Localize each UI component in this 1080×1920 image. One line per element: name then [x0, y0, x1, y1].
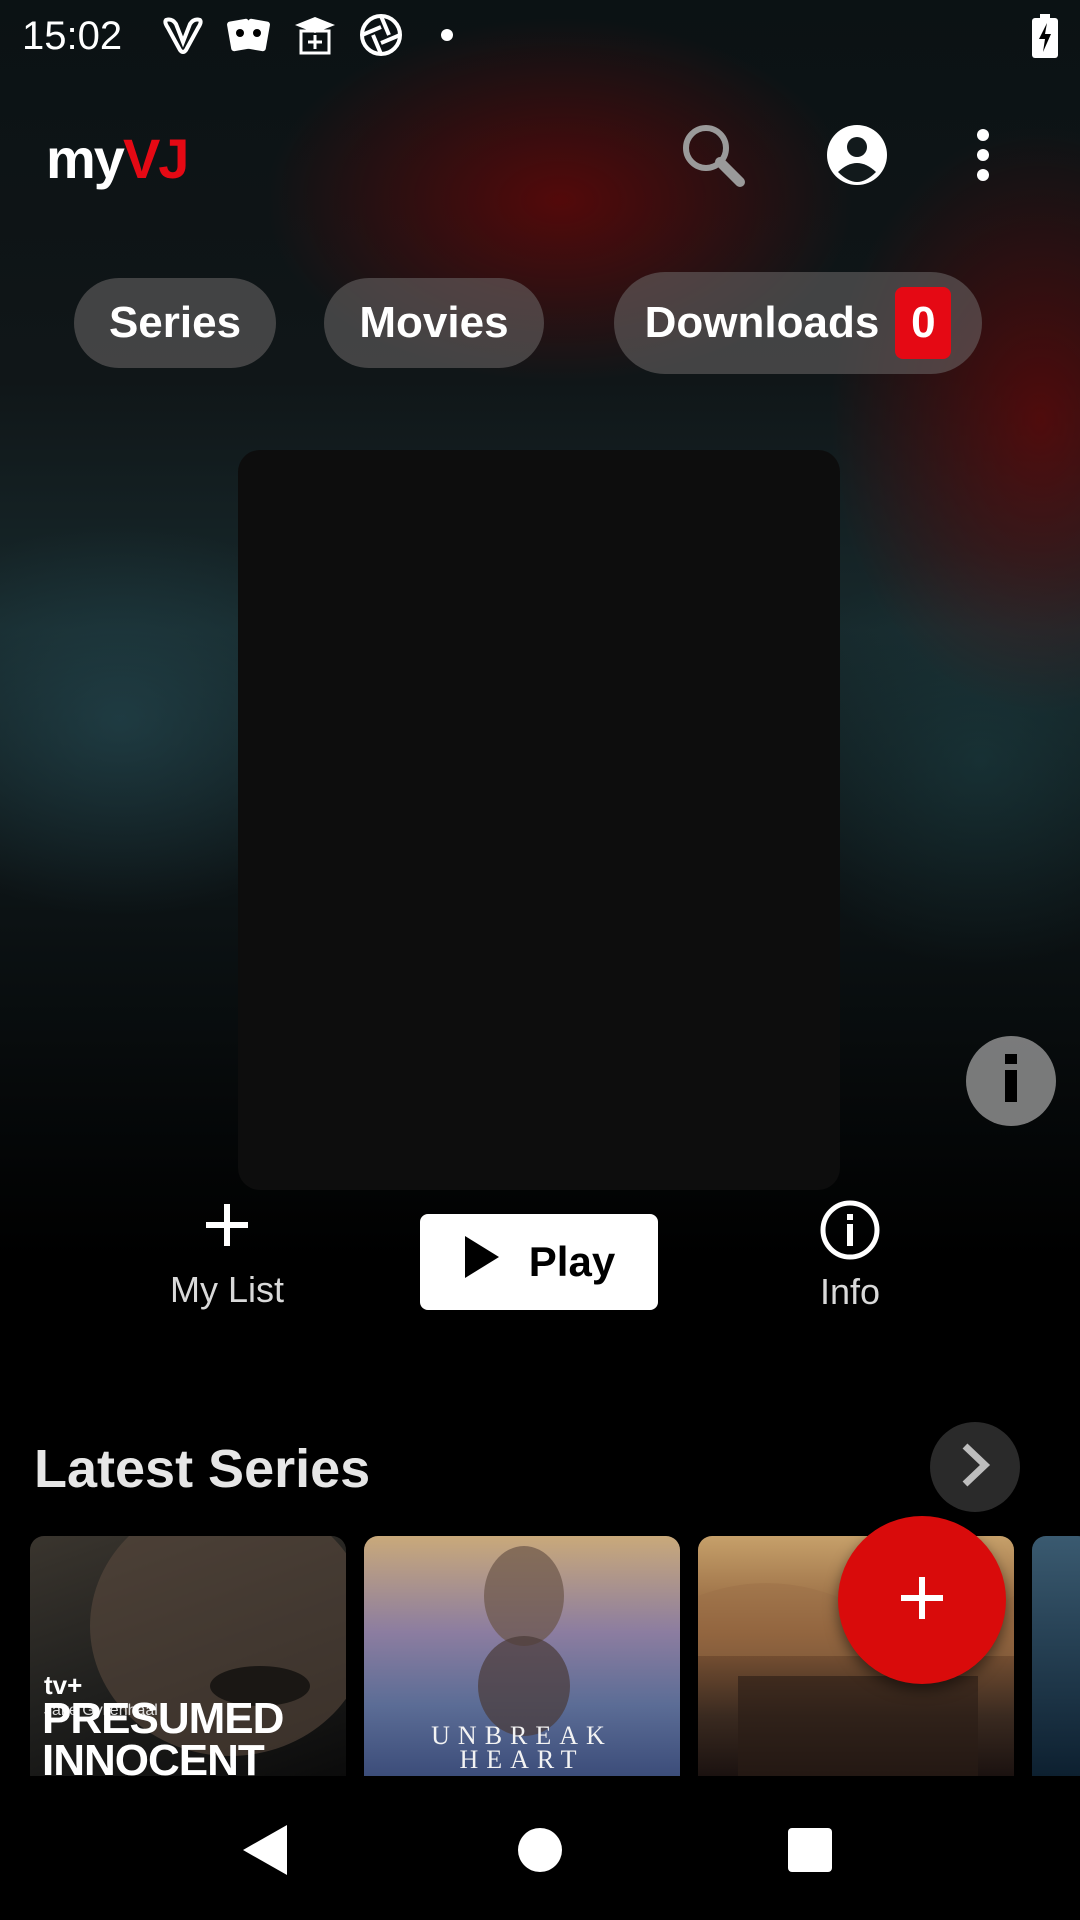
nav-recents-button[interactable] — [770, 1812, 850, 1892]
floating-info-button[interactable] — [966, 1036, 1056, 1126]
aperture-icon — [356, 12, 406, 58]
card-title: UNBREAK HEART — [431, 1721, 613, 1774]
section-title-latest-series: Latest Series — [34, 1439, 371, 1499]
chip-movies-label: Movies — [359, 298, 509, 347]
status-time: 15:02 — [22, 14, 123, 58]
chip-series-label: Series — [108, 298, 242, 347]
more-options-button[interactable] — [948, 122, 1018, 192]
vivaldi-icon — [158, 12, 208, 58]
graduation-icon — [290, 12, 340, 58]
search-button[interactable] — [678, 122, 748, 192]
downloads-count-badge: 0 — [895, 287, 952, 359]
series-card[interactable] — [1032, 1536, 1080, 1776]
info-label: Info — [819, 1271, 881, 1312]
chip-movies[interactable]: Movies — [324, 278, 544, 368]
chip-downloads-label: Downloads — [644, 298, 880, 347]
cards-icon — [224, 12, 274, 58]
see-all-latest-series-button[interactable] — [930, 1422, 1020, 1512]
my-list-button[interactable]: My List — [160, 1200, 294, 1311]
status-bar: 15:02 — [0, 0, 1080, 72]
dot-icon — [422, 12, 472, 58]
info-button[interactable]: Info — [800, 1200, 900, 1313]
info-i-icon — [1001, 1053, 1021, 1109]
play-icon — [463, 1234, 501, 1290]
logo-my: my — [46, 127, 125, 190]
series-card[interactable]: tv+ Jake Gyllenhaal PRESUMED INNOCENT — [30, 1536, 346, 1776]
chevron-right-icon — [959, 1442, 991, 1493]
nav-home-button[interactable] — [500, 1812, 580, 1892]
chip-series[interactable]: Series — [74, 278, 276, 368]
series-card[interactable]: UNBREAK HEART — [364, 1536, 680, 1776]
card-title: PRESUMED INNOCENT — [42, 1694, 284, 1777]
app-logo: myVJ — [46, 126, 189, 191]
play-label: Play — [528, 1238, 616, 1285]
plus-icon — [897, 1573, 947, 1628]
account-circle-icon — [826, 124, 888, 191]
back-triangle-icon — [241, 1823, 291, 1882]
plus-icon — [202, 1200, 252, 1255]
account-button[interactable] — [822, 122, 892, 192]
battery-charging-icon — [1032, 14, 1058, 63]
play-button[interactable]: Play — [420, 1214, 658, 1310]
more-vert-icon — [973, 128, 993, 186]
info-circle-icon — [820, 1200, 880, 1265]
featured-poster[interactable] — [238, 450, 840, 1190]
system-navigation-bar — [0, 1776, 1080, 1920]
logo-vj: VJ — [122, 127, 189, 190]
recents-square-icon — [787, 1827, 833, 1878]
search-icon — [678, 120, 748, 195]
add-fab-button[interactable] — [838, 1516, 1006, 1684]
home-circle-icon — [517, 1827, 563, 1878]
nav-back-button[interactable] — [226, 1812, 306, 1892]
chip-downloads[interactable]: Downloads 0 — [614, 272, 982, 374]
my-list-label: My List — [169, 1269, 284, 1310]
